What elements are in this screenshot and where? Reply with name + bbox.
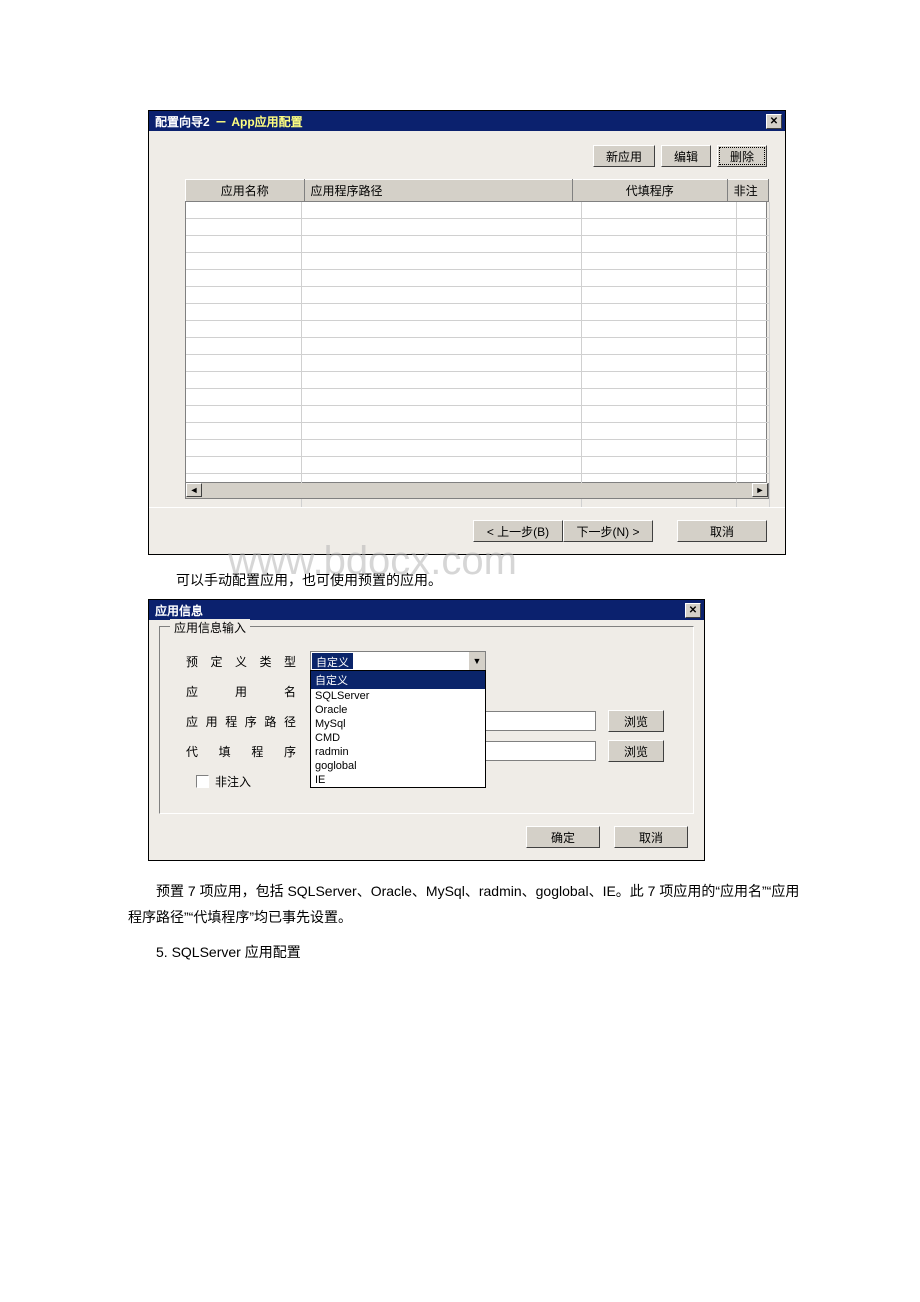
horizontal-scrollbar[interactable]: ◄ ► xyxy=(185,483,769,499)
table-row[interactable] xyxy=(186,440,770,457)
prev-button[interactable]: < 上一步(B) xyxy=(473,520,563,542)
close-icon[interactable]: ✕ xyxy=(766,114,782,129)
new-app-button[interactable]: 新应用 xyxy=(593,145,655,167)
table-row[interactable] xyxy=(186,321,770,338)
col-app-path[interactable]: 应用程序路径 xyxy=(304,180,572,202)
close-icon[interactable]: ✕ xyxy=(685,603,701,618)
edit-button[interactable]: 编辑 xyxy=(661,145,711,167)
dropdown-option[interactable]: MySql xyxy=(311,717,485,731)
table-row[interactable] xyxy=(186,457,770,474)
dropdown-option[interactable]: 自定义 xyxy=(311,671,485,689)
table-row[interactable] xyxy=(186,304,770,321)
doc-text-mid: 可以手动配置应用，也可使用预置的应用。 xyxy=(148,569,805,591)
doc-paragraph: 预置 7 项应用，包括 SQLServer、Oracle、MySql、radmi… xyxy=(128,879,808,929)
table-row[interactable] xyxy=(186,372,770,389)
label-apppath: 应用程序路径 xyxy=(176,713,310,730)
wizard-title-sep: --- xyxy=(214,114,228,128)
label-predef: 预定义类型 xyxy=(176,653,310,670)
table-row[interactable] xyxy=(186,338,770,355)
label-noinject: 非注入 xyxy=(215,773,251,790)
doc-heading: 5. SQLServer 应用配置 xyxy=(128,940,805,965)
table-row[interactable] xyxy=(186,389,770,406)
table-row[interactable] xyxy=(186,219,770,236)
col-noinject[interactable]: 非注 xyxy=(727,180,768,202)
cancel-button[interactable]: 取消 xyxy=(677,520,767,542)
label-appname: 应用名 xyxy=(176,683,310,700)
chevron-down-icon[interactable]: ▼ xyxy=(468,652,485,670)
dropdown-option[interactable]: IE xyxy=(311,773,485,787)
dropdown-option[interactable]: radmin xyxy=(311,745,485,759)
noinject-checkbox[interactable] xyxy=(196,775,209,788)
browse-filler-button[interactable]: 浏览 xyxy=(608,740,664,762)
browse-apppath-button[interactable]: 浏览 xyxy=(608,710,664,732)
appinfo-titlebar: 应用信息 ✕ xyxy=(149,600,704,620)
appinfo-title: 应用信息 xyxy=(155,602,203,619)
dropdown-option[interactable]: Oracle xyxy=(311,703,485,717)
dropdown-option[interactable]: goglobal xyxy=(311,759,485,773)
table-row[interactable] xyxy=(186,423,770,440)
dropdown-option[interactable]: CMD xyxy=(311,731,485,745)
wizard-title-main: 配置向导2 xyxy=(155,113,210,130)
table-row[interactable] xyxy=(186,236,770,253)
ok-button[interactable]: 确定 xyxy=(526,826,600,848)
table-row[interactable] xyxy=(186,355,770,372)
col-filler[interactable]: 代填程序 xyxy=(572,180,727,202)
appinfo-groupbox: 应用信息输入 预定义类型 自定义 ▼ 自定义 SQLServer Oracle … xyxy=(159,626,694,814)
wizard-dialog: 配置向导2 --- App应用配置 ✕ 新应用 编辑 删除 应用名称 应用程序路… xyxy=(148,110,786,555)
app-table: 应用名称 应用程序路径 代填程序 非注 xyxy=(185,179,767,483)
combo-selected: 自定义 xyxy=(312,653,353,669)
label-filler: 代填程序 xyxy=(176,743,310,760)
scroll-right-icon[interactable]: ► xyxy=(752,483,768,497)
table-row[interactable] xyxy=(186,287,770,304)
predef-dropdown-list[interactable]: 自定义 SQLServer Oracle MySql CMD radmin go… xyxy=(310,670,486,788)
dropdown-option[interactable]: SQLServer xyxy=(311,689,485,703)
appinfo-dialog: 应用信息 ✕ 应用信息输入 预定义类型 自定义 ▼ 自定义 SQLServer xyxy=(148,599,705,861)
group-legend: 应用信息输入 xyxy=(170,619,250,636)
cancel-button[interactable]: 取消 xyxy=(614,826,688,848)
next-button[interactable]: 下一步(N) > xyxy=(563,520,653,542)
delete-button[interactable]: 删除 xyxy=(717,145,767,167)
wizard-titlebar: 配置向导2 --- App应用配置 ✕ xyxy=(149,111,785,131)
scroll-left-icon[interactable]: ◄ xyxy=(186,483,202,497)
predef-type-combo[interactable]: 自定义 ▼ xyxy=(310,651,486,671)
col-app-name[interactable]: 应用名称 xyxy=(186,180,305,202)
table-row[interactable] xyxy=(186,202,770,219)
table-row[interactable] xyxy=(186,406,770,423)
table-row[interactable] xyxy=(186,253,770,270)
table-row[interactable] xyxy=(186,270,770,287)
wizard-title-sub: App应用配置 xyxy=(231,113,302,130)
